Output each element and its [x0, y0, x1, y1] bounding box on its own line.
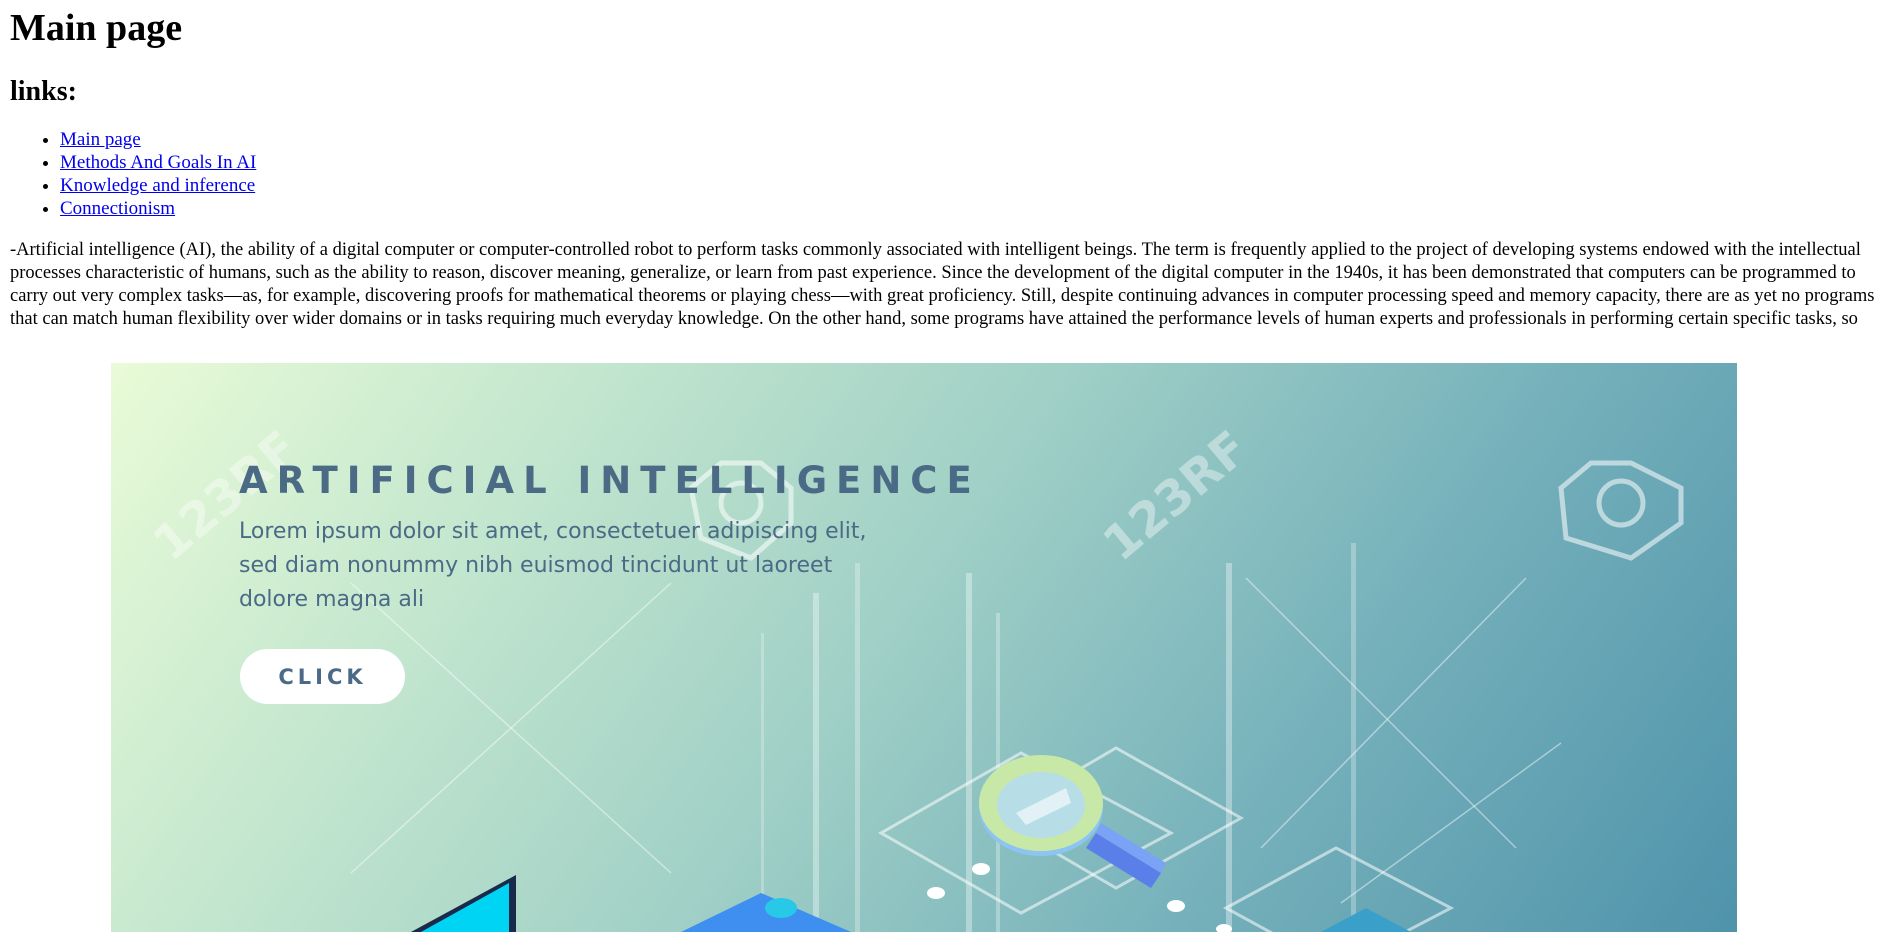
connection-dots: [927, 863, 1232, 932]
banner-subtitle: Lorem ipsum dolor sit amet, consectetuer…: [239, 515, 939, 617]
banner-illustration: 123RF 123RF: [143, 420, 1684, 932]
links-list: Main page Methods And Goals In AI Knowle…: [10, 128, 1888, 220]
link-methods-and-goals[interactable]: Methods And Goals In AI: [60, 152, 256, 173]
link-connectionism[interactable]: Connectionism: [60, 198, 175, 219]
list-item: Main page: [60, 128, 1888, 151]
intro-paragraph: -Artificial intelligence (AI), the abili…: [10, 240, 1875, 329]
card-icon: [681, 893, 851, 932]
page-content: Main page links: Main page Methods And G…: [10, 0, 1888, 332]
svg-text:123RF: 123RF: [1093, 420, 1259, 572]
ai-banner-image: 123RF 123RF ARTIFICIAL INTELLIGENCE Lore…: [111, 363, 1737, 932]
link-main-page[interactable]: Main page: [60, 129, 141, 150]
list-item: Methods And Goals In AI: [60, 151, 1888, 174]
banner-title: ARTIFICIAL INTELLIGENCE: [239, 459, 981, 502]
banner-subtitle-line: dolore magna ali: [239, 587, 425, 612]
decoration-lines: [350, 577, 1562, 904]
click-button[interactable]: CLICK: [240, 649, 405, 704]
links-heading: links:: [10, 76, 77, 107]
list-item: Connectionism: [60, 197, 1888, 220]
link-knowledge-and-inference[interactable]: Knowledge and inference: [60, 175, 255, 196]
banner-subtitle-line: sed diam nonummy nibh euismod tincidunt …: [239, 553, 833, 578]
magnifying-glass-icon: [979, 755, 1166, 888]
banner-subtitle-line: Lorem ipsum dolor sit amet, consectetuer…: [239, 519, 867, 544]
list-item: Knowledge and inference: [60, 174, 1888, 197]
laptop-icon: [411, 875, 516, 932]
page-title: Main page: [10, 7, 183, 49]
shield-icon: [1321, 908, 1411, 932]
